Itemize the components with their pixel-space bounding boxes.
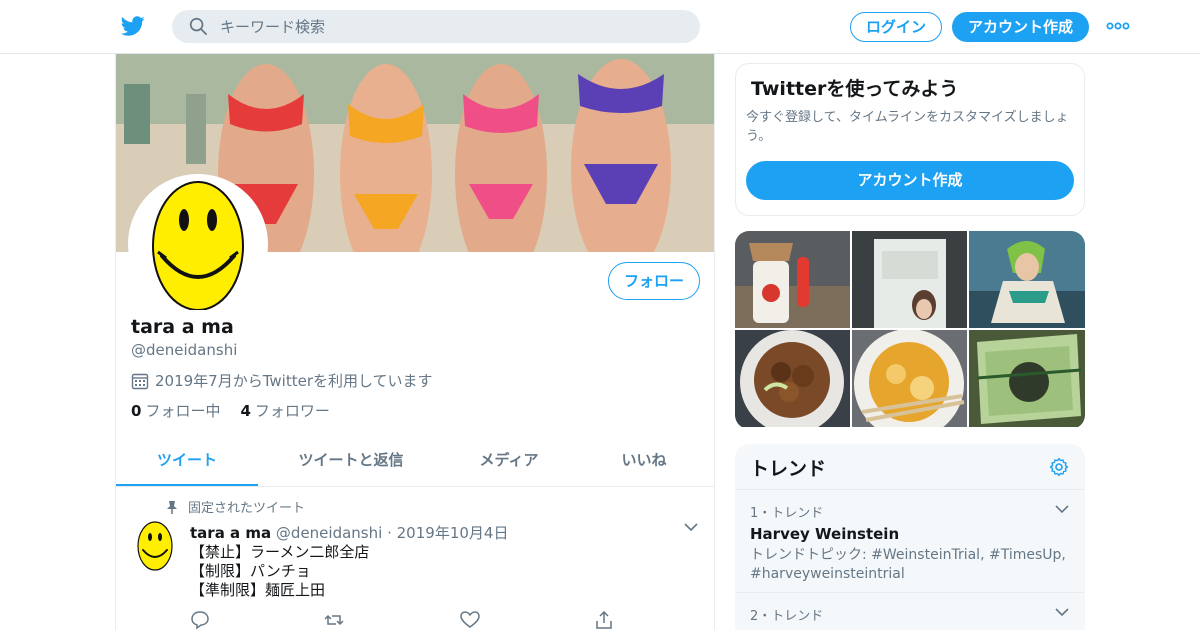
media-thumbnail[interactable] — [852, 231, 967, 328]
login-button[interactable]: ログイン — [850, 12, 942, 42]
tab-media[interactable]: メディア — [444, 436, 574, 486]
tweet-avatar[interactable] — [136, 520, 174, 572]
followers-count: 4 — [240, 402, 251, 420]
media-thumbnail[interactable] — [735, 231, 850, 328]
following-label: フォロー中 — [145, 402, 221, 420]
trend-description: トレンドトピック: #WeinsteinTrial, #TimesUp, #ha… — [750, 547, 1066, 582]
media-thumbnail-photo — [735, 330, 850, 427]
trends-title: トレンド — [750, 458, 827, 480]
reply-icon[interactable] — [190, 610, 210, 630]
tweet-actions — [190, 610, 630, 630]
tab-likes[interactable]: いいね — [574, 436, 714, 486]
media-thumbnail[interactable] — [852, 330, 967, 427]
more-dots-icon[interactable] — [1106, 18, 1130, 34]
media-thumbnail-photo — [969, 330, 1085, 427]
like-heart-icon[interactable] — [460, 610, 480, 630]
tweet-author-name[interactable]: tara a ma — [190, 524, 271, 542]
tweet-date[interactable]: 2019年10月4日 — [397, 524, 509, 542]
follow-button[interactable]: フォロー — [608, 262, 700, 300]
search-box[interactable] — [172, 10, 700, 43]
joined-date: 2019年7月からTwitterを利用しています — [131, 370, 433, 391]
media-thumbnail-photo — [852, 231, 967, 328]
media-gallery — [735, 231, 1085, 429]
media-thumbnail[interactable] — [969, 231, 1085, 328]
media-thumbnail-photo — [969, 231, 1085, 328]
media-thumbnail-photo — [735, 231, 850, 328]
profile-handle: @deneidanshi — [131, 341, 238, 359]
media-thumbnail[interactable] — [735, 330, 850, 427]
retweet-icon[interactable] — [324, 610, 344, 630]
media-thumbnail[interactable] — [969, 330, 1085, 427]
settings-gear-icon[interactable] — [1049, 457, 1069, 477]
trend-item[interactable]: 2・トレンド — [750, 605, 1070, 628]
profile-column: フォロー tara a ma @deneidanshi 2019年7月からTwi… — [115, 54, 715, 630]
pin-icon — [167, 500, 177, 514]
joined-text: 2019年7月からTwitterを利用しています — [155, 372, 433, 390]
signup-button[interactable]: アカウント作成 — [952, 12, 1089, 42]
signup-card-button[interactable]: アカウント作成 — [746, 161, 1074, 200]
profile-avatar[interactable] — [128, 174, 268, 314]
followers-stat[interactable]: 4 フォロワー — [240, 400, 329, 421]
signup-card-title: Twitterを使ってみよう — [751, 78, 959, 100]
following-stat[interactable]: 0 フォロー中 — [131, 400, 220, 421]
tab-tweets-replies[interactable]: ツイートと返信 — [258, 436, 444, 486]
profile-tabs: ツイート ツイートと返信 メディア いいね — [116, 436, 714, 487]
pinned-indicator: 固定されたツイート — [166, 497, 305, 516]
trend-name: Harvey Weinstein — [750, 525, 900, 543]
followers-label: フォロワー — [254, 402, 330, 420]
divider — [735, 489, 1085, 490]
profile-stats: 0 フォロー中 4 フォロワー — [131, 400, 330, 421]
search-input[interactable] — [220, 10, 680, 43]
tweet-line: 【制限】パンチョ — [190, 562, 311, 580]
smiley-face-icon — [133, 179, 263, 311]
tweet-header: tara a ma @deneidanshi · 2019年10月4日 — [190, 522, 508, 543]
signup-card: Twitterを使ってみよう 今すぐ登録して、タイムラインをカスタマイズしましょ… — [735, 63, 1085, 216]
twitter-bird-icon[interactable] — [120, 14, 146, 38]
chevron-down-icon[interactable] — [1055, 504, 1069, 514]
following-count: 0 — [131, 402, 142, 420]
search-icon — [189, 17, 207, 35]
share-icon[interactable] — [594, 610, 614, 630]
tweet-author-handle[interactable]: @deneidanshi — [276, 524, 382, 542]
tweet-body: 【禁止】ラーメン二郎全店 【制限】パンチョ 【準制限】麺匠上田 — [190, 543, 369, 600]
trend-meta: 1・トレンド — [750, 506, 824, 521]
profile-name: tara a ma — [131, 316, 234, 338]
trends-panel: トレンド 1・トレンド Harvey Weinstein トレンドトピック: #… — [735, 444, 1085, 630]
pinned-label: 固定されたツイート — [188, 501, 306, 516]
signup-card-description: 今すぐ登録して、タイムラインをカスタマイズしましょう。 — [746, 110, 1069, 144]
divider — [735, 592, 1085, 593]
tweet-separator: · — [387, 524, 392, 542]
chevron-down-icon[interactable] — [1055, 607, 1069, 617]
trend-meta: 2・トレンド — [750, 609, 824, 624]
top-bar: ログイン アカウント作成 — [0, 0, 1200, 54]
chevron-down-icon[interactable] — [684, 522, 698, 532]
tab-tweets[interactable]: ツイート — [116, 436, 258, 486]
tweet-line: 【禁止】ラーメン二郎全店 — [190, 543, 370, 561]
tweet-line: 【準制限】麺匠上田 — [190, 581, 326, 599]
media-thumbnail-photo — [852, 330, 967, 427]
trend-item[interactable]: 1・トレンド Harvey Weinstein トレンドトピック: #Weins… — [750, 502, 1070, 584]
calendar-icon — [131, 373, 149, 389]
